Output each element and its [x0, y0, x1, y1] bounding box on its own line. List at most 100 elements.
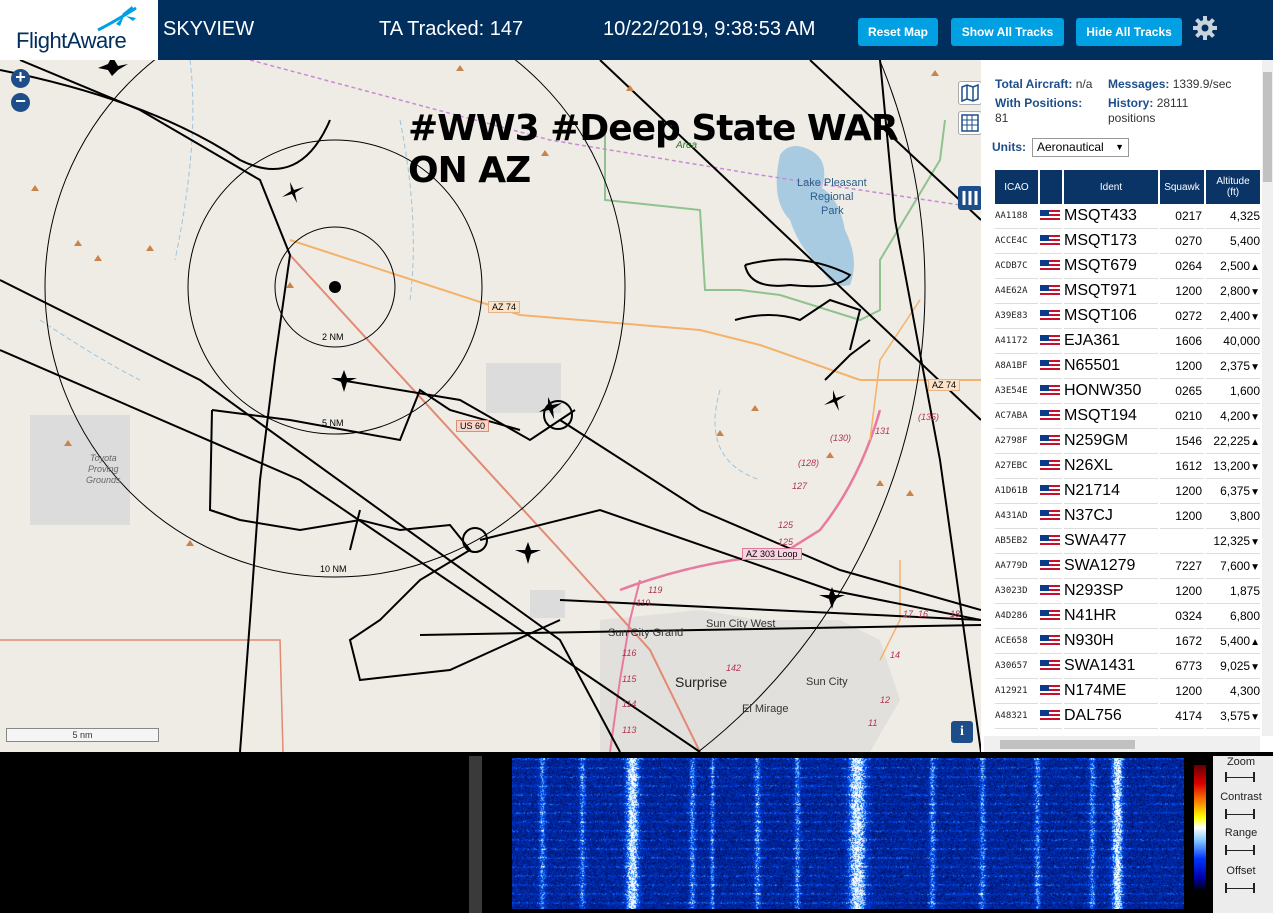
- table-row[interactable]: AC7ABA MSQT194 0210 4,200▼: [995, 404, 1260, 429]
- table-row[interactable]: A27EBC N26XL 1612 13,200▼: [995, 454, 1260, 479]
- row-altitude: 4,200▼: [1206, 404, 1260, 429]
- zoom-slider[interactable]: [1225, 772, 1255, 782]
- waterfall-canvas[interactable]: [512, 758, 1184, 909]
- hide-all-tracks-button[interactable]: Hide All Tracks: [1076, 18, 1182, 46]
- row-ident: MSQT173: [1064, 229, 1158, 254]
- grid-icon: [961, 114, 979, 132]
- urban-block: [530, 590, 565, 618]
- units-value: Aeronautical: [1037, 140, 1104, 154]
- horizontal-scroll-thumb[interactable]: [1000, 740, 1135, 749]
- scale-bar: 5 nm: [6, 728, 159, 742]
- row-ident: N26XL: [1064, 454, 1158, 479]
- row-altitude-value: 5,400: [1220, 634, 1251, 648]
- table-row[interactable]: A48321 DAL756 4174 3,575▼: [995, 704, 1260, 729]
- table-row[interactable]: A3E54E HONW350 0265 1,600: [995, 379, 1260, 404]
- el-mirage-label: El Mirage: [742, 703, 789, 715]
- columns-icon: [962, 191, 978, 205]
- row-altitude: 7,600▼: [1206, 554, 1260, 579]
- road-number: 131: [875, 426, 891, 436]
- row-squawk: 0324: [1160, 604, 1204, 629]
- row-altitude-trend: ▲: [1250, 437, 1260, 448]
- table-row[interactable]: A30657 SWA1431 6773 9,025▼: [995, 654, 1260, 679]
- row-altitude-value: 3,800: [1229, 509, 1260, 523]
- row-altitude-trend: ▲: [1250, 262, 1260, 273]
- columns-toggle-button[interactable]: [958, 186, 981, 210]
- table-row[interactable]: ACDB7C MSQT679 0264 2,500▲: [995, 254, 1260, 279]
- aircraft-table: ICAO Ident Squawk Altitude (ft) AA1188 MSQ…: [993, 170, 1262, 729]
- zoom-in-button[interactable]: +: [11, 68, 30, 88]
- row-altitude-value: 5,400: [1229, 234, 1260, 248]
- row-altitude-value: 4,300: [1229, 684, 1260, 698]
- row-altitude: 5,400▲: [1206, 629, 1260, 654]
- us-flag-icon: [1040, 454, 1062, 479]
- row-altitude-value: 7,600: [1220, 559, 1251, 573]
- map-layers-button[interactable]: [958, 81, 981, 105]
- row-squawk: 1200: [1160, 479, 1204, 504]
- table-row[interactable]: A1D61B N21714 1200 6,375▼: [995, 479, 1260, 504]
- info-button[interactable]: i: [951, 721, 973, 743]
- row-icao: A30657: [995, 654, 1038, 679]
- row-altitude-value: 4,200: [1220, 409, 1251, 423]
- az74-shield: AZ 74: [488, 301, 521, 313]
- table-row[interactable]: A2798F N259GM 1546 22,225▲: [995, 429, 1260, 454]
- top-bar: FlightAware SKYVIEW TA Tracked: 147 10/2…: [0, 0, 1273, 60]
- row-altitude-trend: ▲: [1250, 637, 1260, 648]
- us-flag-icon: [1040, 429, 1062, 454]
- table-row[interactable]: A4D286 N41HR 0324 6,800: [995, 604, 1260, 629]
- with-positions-value: 81: [995, 111, 1009, 125]
- waterfall-display[interactable]: [482, 756, 1213, 913]
- total-aircraft-value: n/a: [1075, 77, 1093, 91]
- row-altitude-value: 2,375: [1220, 359, 1251, 373]
- reset-map-button[interactable]: Reset Map: [858, 18, 938, 46]
- table-row[interactable]: A41172 EJA361 1606 40,000: [995, 329, 1260, 354]
- col-squawk[interactable]: Squawk: [1160, 170, 1204, 204]
- contrast-label: Contrast: [1220, 791, 1262, 803]
- show-all-tracks-button[interactable]: Show All Tracks: [951, 18, 1064, 46]
- table-row[interactable]: A12921 N174ME 1200 4,300: [995, 679, 1260, 704]
- surprise-label: Surprise: [675, 674, 728, 690]
- row-altitude: 2,500▲: [1206, 254, 1260, 279]
- offset-slider[interactable]: [1225, 883, 1255, 893]
- toyota-label-line2: Proving: [88, 464, 119, 474]
- us-flag-icon: [1040, 679, 1062, 704]
- zoom-out-button[interactable]: −: [11, 92, 30, 112]
- row-ident: N65501: [1064, 354, 1158, 379]
- table-row[interactable]: A431AD N37CJ 1200 3,800: [995, 504, 1260, 529]
- col-icao[interactable]: ICAO: [995, 170, 1038, 204]
- sun-city-grand-label: Sun City Grand: [608, 627, 684, 639]
- with-positions-label: With Positions:: [995, 96, 1083, 110]
- table-row[interactable]: ACE658 N930H 1672 5,400▲: [995, 629, 1260, 654]
- table-row[interactable]: A39E83 MSQT106 0272 2,400▼: [995, 304, 1260, 329]
- row-ident: N174ME: [1064, 679, 1158, 704]
- col-altitude[interactable]: Altitude (ft): [1206, 170, 1260, 204]
- row-ident: SWA477: [1064, 529, 1158, 554]
- vertical-scroll-thumb[interactable]: [1263, 72, 1272, 182]
- row-altitude-value: 40,000: [1223, 334, 1260, 348]
- table-row[interactable]: AB5EB2 SWA477 12,325▼: [995, 529, 1260, 554]
- gear-icon[interactable]: [1192, 15, 1218, 41]
- total-aircraft: Total Aircraft: n/a: [995, 77, 1092, 91]
- grid-toggle-button[interactable]: [958, 111, 981, 135]
- contrast-slider[interactable]: [1225, 809, 1255, 819]
- aircraft-icon: [282, 182, 304, 203]
- table-row[interactable]: A4E62A MSQT971 1200 2,800▼: [995, 279, 1260, 304]
- row-squawk: 1200: [1160, 279, 1204, 304]
- map-view[interactable]: Lake Pleasant Regional Park Area Toyota …: [0, 60, 981, 752]
- row-ident: SWA1431: [1064, 654, 1158, 679]
- row-altitude: 1,875: [1206, 579, 1260, 604]
- row-altitude: 5,400: [1206, 229, 1260, 254]
- table-row[interactable]: AA779D SWA1279 7227 7,600▼: [995, 554, 1260, 579]
- units-select[interactable]: Aeronautical ▼: [1032, 138, 1129, 157]
- col-ident[interactable]: Ident: [1064, 170, 1158, 204]
- row-icao: A431AD: [995, 504, 1038, 529]
- range-slider[interactable]: [1225, 845, 1255, 855]
- row-icao: A4E62A: [995, 279, 1038, 304]
- row-altitude-trend: ▼: [1250, 287, 1260, 298]
- flightaware-logo[interactable]: FlightAware: [0, 0, 158, 60]
- row-altitude: 6,800: [1206, 604, 1260, 629]
- table-row[interactable]: A3023D N293SP 1200 1,875: [995, 579, 1260, 604]
- row-ident: MSQT433: [1064, 204, 1158, 229]
- table-row[interactable]: A8A1BF N65501 1200 2,375▼: [995, 354, 1260, 379]
- table-row[interactable]: ACCE4C MSQT173 0270 5,400: [995, 229, 1260, 254]
- table-row[interactable]: AA1188 MSQT433 0217 4,325: [995, 204, 1260, 229]
